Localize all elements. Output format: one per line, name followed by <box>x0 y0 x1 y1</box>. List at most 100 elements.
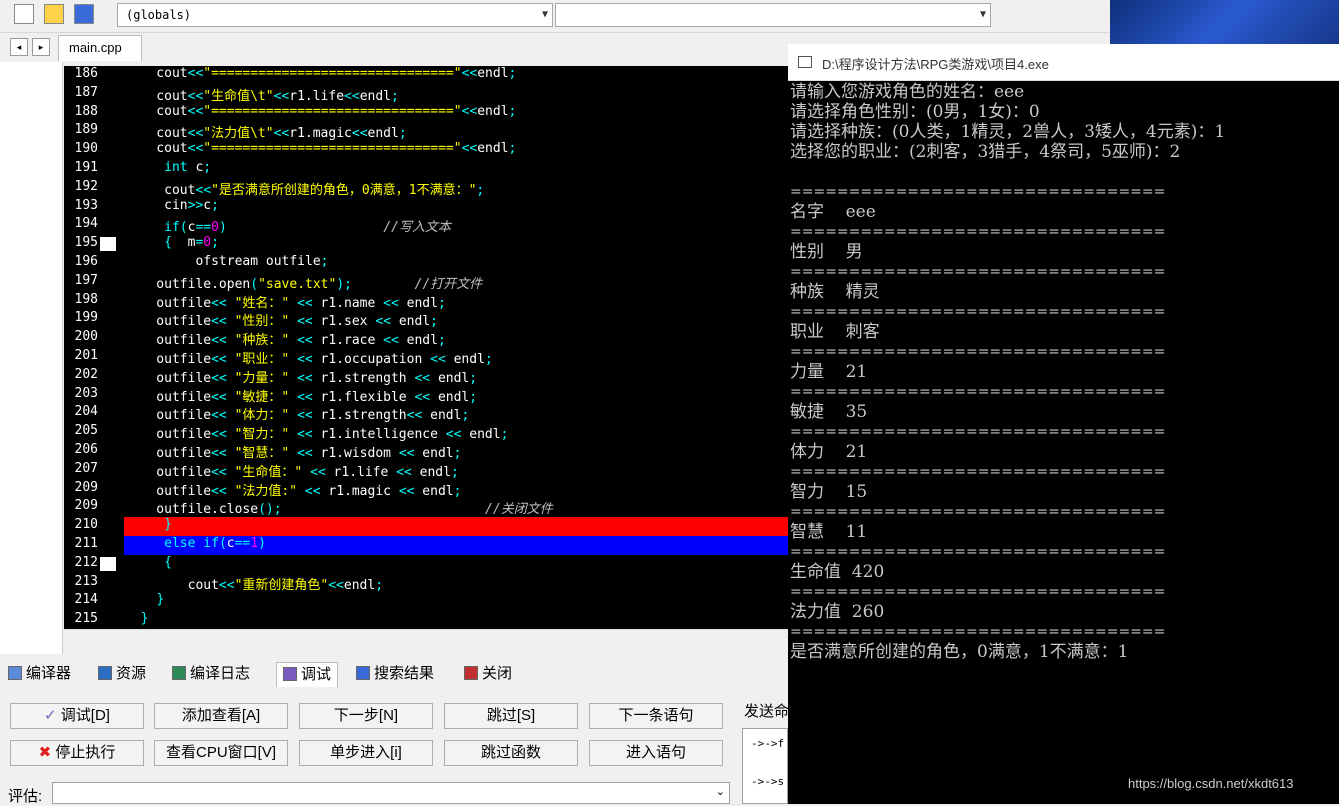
code-line[interactable]: int c; <box>125 160 211 175</box>
code-line[interactable]: outfile<< "性别：" << r1.sex << endl; <box>125 310 438 329</box>
code-line[interactable]: outfile.open("save.txt"); //打开文件 <box>125 273 482 292</box>
code-editor[interactable]: 186 cout<<"=============================… <box>64 66 788 629</box>
tab-scroll-left-button[interactable]: ◂ <box>10 38 28 56</box>
bookmark-icon[interactable] <box>74 4 94 24</box>
line-number[interactable]: 189 <box>64 122 98 137</box>
debug-button-row1-0[interactable]: ✓ 调试[D] <box>10 703 144 729</box>
tab-scroll-right-button[interactable]: ▸ <box>32 38 50 56</box>
line-number[interactable]: 203 <box>64 386 98 401</box>
line-number[interactable]: 188 <box>64 104 98 119</box>
code-line[interactable]: else if(c==1) <box>125 536 266 551</box>
line-number[interactable]: 209 <box>64 480 98 495</box>
debug-button-row1-1[interactable]: 添加查看[A] <box>154 703 288 729</box>
line-number[interactable]: 191 <box>64 160 98 175</box>
send-command-output[interactable]: ->->f ->->s <box>742 728 788 804</box>
line-number[interactable]: 205 <box>64 423 98 438</box>
code-line[interactable]: outfile.close(); //关闭文件 <box>125 498 552 517</box>
members-combo[interactable]: ▼ <box>555 3 991 27</box>
line-number[interactable]: 200 <box>64 329 98 344</box>
main-toolbar: (globals) ▼ ▼ <box>0 0 1110 33</box>
code-line[interactable]: outfile<< "体力：" << r1.strength<< endl; <box>125 404 469 423</box>
console-title: D:\程序设计方法\RPG类游戏\项目4.exe <box>822 57 1049 72</box>
line-number[interactable]: 213 <box>64 574 98 589</box>
line-number[interactable]: 199 <box>64 310 98 325</box>
chevron-down-icon[interactable]: ⌄ <box>716 785 725 798</box>
console-window[interactable]: D:\程序设计方法\RPG类游戏\项目4.exe 请输入您游戏角色的姓名：eee… <box>788 44 1339 804</box>
code-line[interactable]: { m=0; <box>125 235 219 250</box>
tab-main-cpp[interactable]: main.cpp <box>58 35 142 61</box>
code-line[interactable]: outfile<< "敏捷：" << r1.flexible << endl; <box>125 386 477 405</box>
tab-label: 关闭 <box>482 665 513 682</box>
debug-button-row1-4[interactable]: 下一条语句 <box>589 703 723 729</box>
code-line[interactable]: cout<<"重新创建角色"<<endl; <box>125 574 383 593</box>
line-number[interactable]: 212 <box>64 555 98 570</box>
debug-button-row1-2[interactable]: 下一步[N] <box>299 703 433 729</box>
tab-bottom-1[interactable]: 资源 <box>98 662 146 686</box>
step-out-icon[interactable] <box>14 4 34 24</box>
code-line[interactable]: } <box>125 611 149 626</box>
tab-bottom-4[interactable]: 搜索结果 <box>356 662 434 686</box>
line-number[interactable]: 193 <box>64 198 98 213</box>
code-line[interactable]: cout<<"是否满意所创建的角色，0满意，1不满意："; <box>125 179 484 198</box>
line-number[interactable]: 187 <box>64 85 98 100</box>
editor-horizontal-scrollbar[interactable] <box>64 629 788 650</box>
button-label: 调试[D] <box>60 707 110 724</box>
send-line: ->->f <box>751 737 785 750</box>
debug-button-row2-3[interactable]: 跳过函数 <box>444 740 578 766</box>
debug-button-row1-3[interactable]: 跳过[S] <box>444 703 578 729</box>
search-results-icon <box>356 666 370 680</box>
code-line[interactable]: ofstream outfile; <box>125 254 328 269</box>
line-number[interactable]: 198 <box>64 292 98 307</box>
line-number[interactable]: 190 <box>64 141 98 156</box>
tab-bottom-5[interactable]: 关闭 <box>464 662 512 686</box>
code-line[interactable]: cout<<"==============================="<… <box>125 141 516 156</box>
code-line[interactable]: if(c==0) //写入文本 <box>125 216 451 235</box>
globals-combo[interactable]: (globals) ▼ <box>117 3 553 27</box>
fold-toggle-icon[interactable] <box>100 556 116 571</box>
line-number[interactable]: 202 <box>64 367 98 382</box>
code-line[interactable]: outfile<< "姓名：" << r1.name << endl; <box>125 292 446 311</box>
code-line[interactable]: outfile<< "智力：" << r1.intelligence << en… <box>125 423 508 442</box>
line-number[interactable]: 209 <box>64 498 98 513</box>
code-line[interactable]: cout<<"生命值\t"<<r1.life<<endl; <box>125 85 399 104</box>
fold-toggle-icon[interactable] <box>100 237 116 252</box>
code-line[interactable]: outfile<< "力量：" << r1.strength << endl; <box>125 367 477 386</box>
line-number[interactable]: 204 <box>64 404 98 419</box>
debug-button-row2-1[interactable]: 查看CPU窗口[V] <box>154 740 288 766</box>
line-number[interactable]: 211 <box>64 536 98 551</box>
line-number[interactable]: 207 <box>64 461 98 476</box>
code-line[interactable]: } <box>125 517 172 532</box>
code-line[interactable]: cout<<"==============================="<… <box>125 66 516 81</box>
line-number[interactable]: 214 <box>64 592 98 607</box>
code-line[interactable]: cin>>c; <box>125 198 219 213</box>
code-line[interactable]: outfile<< "生命值：" << r1.life << endl; <box>125 461 459 480</box>
line-number[interactable]: 192 <box>64 179 98 194</box>
tab-bottom-3[interactable]: 调试 <box>276 662 339 687</box>
code-line[interactable]: cout<<"==============================="<… <box>125 104 516 119</box>
line-number[interactable]: 210 <box>64 517 98 532</box>
line-number[interactable]: 206 <box>64 442 98 457</box>
code-line[interactable]: outfile<< "职业：" << r1.occupation << endl… <box>125 348 492 367</box>
line-number[interactable]: 215 <box>64 611 98 626</box>
evaluate-input[interactable]: ⌄ <box>52 782 730 804</box>
line-number[interactable]: 197 <box>64 273 98 288</box>
tab-bottom-2[interactable]: 编译日志 <box>172 662 250 686</box>
debug-button-row2-4[interactable]: 进入语句 <box>589 740 723 766</box>
code-line[interactable]: outfile<< "法力值:" << r1.magic << endl; <box>125 480 461 499</box>
debug-button-row2-0[interactable]: ✖ 停止执行 <box>10 740 144 766</box>
tab-bottom-0[interactable]: 编译器 <box>8 662 71 686</box>
line-number[interactable]: 196 <box>64 254 98 269</box>
line-number[interactable]: 194 <box>64 216 98 231</box>
debug-button-row2-2[interactable]: 单步进入[i] <box>299 740 433 766</box>
line-number[interactable]: 195 <box>64 235 98 250</box>
code-line[interactable]: outfile<< "智慧：" << r1.wisdom << endl; <box>125 442 461 461</box>
console-line: ================================ <box>790 384 1166 400</box>
code-line[interactable]: { <box>125 555 172 570</box>
button-label: 进入语句 <box>625 744 686 761</box>
code-line[interactable]: cout<<"法力值\t"<<r1.magic<<endl; <box>125 122 406 141</box>
line-number[interactable]: 201 <box>64 348 98 363</box>
line-number[interactable]: 186 <box>64 66 98 81</box>
insert-icon[interactable] <box>44 4 64 24</box>
code-line[interactable]: } <box>125 592 164 607</box>
code-line[interactable]: outfile<< "种族：" << r1.race << endl; <box>125 329 446 348</box>
